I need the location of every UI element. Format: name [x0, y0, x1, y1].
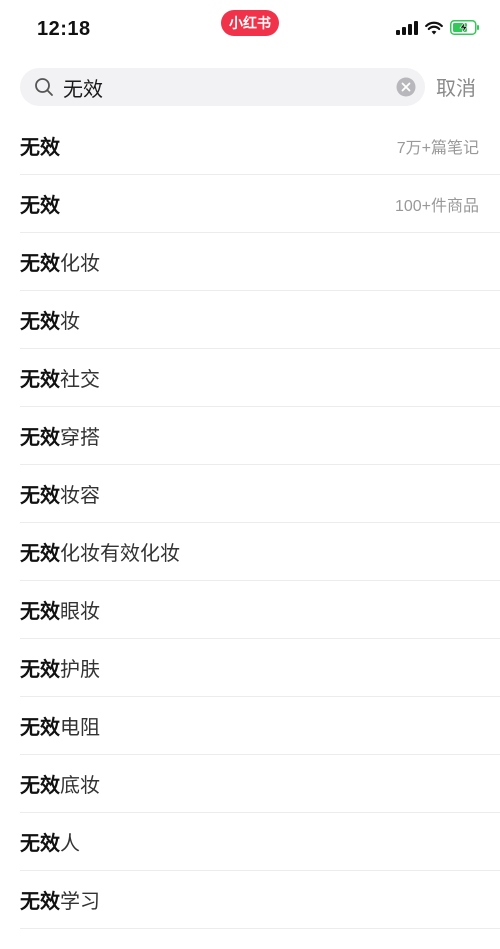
status-time: 12:18	[37, 18, 91, 40]
suggestion-text: 无效电阻	[20, 711, 100, 740]
suggestion-item[interactable]: 无效人	[20, 813, 500, 871]
suggestion-rest: 电阻	[60, 717, 100, 739]
suggestion-item[interactable]: 无效电阻	[20, 697, 500, 755]
suggestion-rest: 社交	[60, 369, 100, 391]
suggestion-highlight: 无效	[20, 195, 60, 217]
suggestion-item[interactable]: 无效护肤	[20, 639, 500, 697]
suggestion-item[interactable]: 无效 7万+篇笔记	[20, 117, 500, 175]
suggestion-rest: 穿搭	[60, 427, 100, 449]
note-count: 7万+篇笔记	[396, 139, 479, 157]
suggestion-list: 无效 7万+篇笔记 无效 100+件商品 无效化妆 无效妆 无效社交 无效穿搭 …	[0, 117, 500, 929]
suggestion-text: 无效底妆	[20, 769, 100, 798]
suggestion-highlight: 无效	[20, 369, 60, 391]
status-bar: 12:18 小红书	[0, 0, 500, 58]
suggestion-rest: 护肤	[60, 659, 100, 681]
suggestion-text: 无效	[20, 189, 60, 218]
suggestion-item[interactable]: 无效妆	[20, 291, 500, 349]
search-bar[interactable]	[20, 68, 425, 106]
app-logo-badge: 小红书	[221, 10, 279, 36]
suggestion-item[interactable]: 无效穿搭	[20, 407, 500, 465]
suggestion-item[interactable]: 无效眼妆	[20, 581, 500, 639]
suggestion-rest: 底妆	[60, 775, 100, 797]
suggestion-rest: 学习	[60, 891, 100, 913]
suggestion-highlight: 无效	[20, 601, 60, 623]
suggestion-text: 无效学习	[20, 885, 100, 914]
suggestion-text: 无效	[20, 131, 60, 160]
suggestion-rest: 眼妆	[60, 601, 100, 623]
suggestion-item[interactable]: 无效学习	[20, 871, 500, 929]
search-row: 取消	[0, 58, 500, 116]
suggestion-item[interactable]: 无效化妆	[20, 233, 500, 291]
suggestion-text: 无效化妆有效化妆	[20, 537, 180, 566]
search-icon	[35, 78, 53, 96]
product-count: 100+件商品	[394, 197, 479, 215]
suggestion-item[interactable]: 无效妆容	[20, 465, 500, 523]
suggestion-text: 无效人	[20, 827, 80, 856]
suggestion-item[interactable]: 无效底妆	[20, 755, 500, 813]
battery-charging-icon	[450, 20, 479, 35]
suggestion-highlight: 无效	[20, 485, 60, 507]
suggestion-text: 无效化妆	[20, 247, 100, 276]
suggestion-rest: 化妆有效化妆	[60, 543, 180, 565]
suggestion-highlight: 无效	[20, 717, 60, 739]
suggestion-highlight: 无效	[20, 137, 60, 159]
suggestion-item[interactable]: 无效化妆有效化妆	[20, 523, 500, 581]
clear-icon[interactable]	[396, 77, 416, 97]
suggestion-text: 无效妆	[20, 305, 80, 334]
suggestion-rest: 人	[60, 833, 80, 855]
suggestion-rest: 妆容	[60, 485, 100, 507]
suggestion-highlight: 无效	[20, 311, 60, 333]
suggestion-highlight: 无效	[20, 659, 60, 681]
suggestion-highlight: 无效	[20, 427, 60, 449]
suggestion-rest: 妆	[60, 311, 80, 333]
suggestion-highlight: 无效	[20, 253, 60, 275]
suggestion-text: 无效眼妆	[20, 595, 100, 624]
wifi-icon	[425, 21, 443, 34]
suggestion-text: 无效妆容	[20, 479, 100, 508]
status-icons	[396, 20, 480, 35]
suggestion-text: 无效社交	[20, 363, 100, 392]
suggestion-highlight: 无效	[20, 775, 60, 797]
suggestion-text: 无效护肤	[20, 653, 100, 682]
suggestion-highlight: 无效	[20, 833, 60, 855]
suggestion-item[interactable]: 无效社交	[20, 349, 500, 407]
cancel-button[interactable]: 取消	[436, 72, 476, 101]
suggestion-highlight: 无效	[20, 543, 60, 565]
signal-icon	[396, 20, 418, 35]
suggestion-text: 无效穿搭	[20, 421, 100, 450]
suggestion-rest: 化妆	[60, 253, 100, 275]
suggestion-item[interactable]: 无效 100+件商品	[20, 175, 500, 233]
suggestion-highlight: 无效	[20, 891, 60, 913]
search-input[interactable]	[63, 68, 393, 106]
